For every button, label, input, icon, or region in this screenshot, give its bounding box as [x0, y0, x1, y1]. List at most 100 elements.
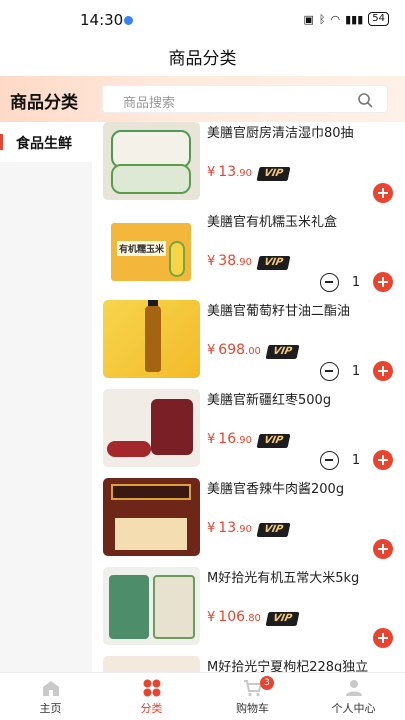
- vip-badge: VIP: [256, 167, 291, 181]
- search-input[interactable]: 商品搜索: [102, 85, 388, 113]
- product-item[interactable]: 有机糯玉米 美膳官有机糯玉米礼盒 ¥ 38 .90 VIP 1: [92, 211, 405, 300]
- product-item[interactable]: M好拾光宁夏枸杞228g独立: [92, 656, 405, 672]
- decrease-quantity-button[interactable]: [320, 272, 339, 292]
- price-integer: 13: [218, 164, 237, 180]
- quantity-stepper: 1: [320, 361, 393, 381]
- dates-shape: [107, 441, 151, 457]
- product-price: ¥ 13 .90 VIP: [207, 520, 291, 537]
- product-name[interactable]: 美膳官葡萄籽甘油二酯油: [207, 300, 402, 319]
- category-bar: 商品分类 商品搜索: [0, 76, 405, 122]
- price-integer: 698: [218, 342, 246, 358]
- status-icons: ▣ ᛒ ◠ ▮▮▮ 54: [303, 12, 389, 26]
- product-price: ¥ 38 .90 VIP: [207, 253, 291, 270]
- vip-badge: VIP: [256, 434, 291, 448]
- vip-badge: VIP: [265, 345, 300, 359]
- rice-sack-shape: [153, 575, 195, 639]
- page-title: 商品分类: [168, 49, 237, 69]
- product-price: ¥ 13 .90 VIP: [207, 164, 291, 181]
- tab-home[interactable]: 主页: [0, 673, 101, 720]
- currency-symbol: ¥: [207, 521, 216, 536]
- jar-shape: [151, 399, 193, 455]
- product-image[interactable]: [103, 478, 200, 556]
- tab-label: 主页: [39, 702, 62, 715]
- nfc-icon: ▣: [303, 12, 314, 26]
- quantity-stepper: 1: [320, 272, 393, 292]
- product-image[interactable]: [103, 567, 200, 645]
- product-item[interactable]: M好拾光有机五常大米5kg ¥ 106 .80 VIP: [92, 567, 405, 656]
- product-image[interactable]: [103, 122, 200, 200]
- quantity-value: 1: [351, 274, 361, 290]
- product-price: ¥ 106 .80 VIP: [207, 609, 300, 626]
- product-price: ¥ 16 .90 VIP: [207, 431, 291, 448]
- add-to-cart-button[interactable]: [373, 183, 393, 203]
- product-image[interactable]: [103, 389, 200, 467]
- product-name[interactable]: 美膳官有机糯玉米礼盒: [207, 211, 402, 230]
- product-price: ¥ 698 .00 VIP: [207, 342, 300, 359]
- tab-label: 购物车: [236, 702, 269, 715]
- price-decimal: .00: [245, 346, 261, 357]
- quantity-value: 1: [351, 363, 361, 379]
- currency-symbol: ¥: [207, 254, 216, 269]
- category-sidebar: 食品生鲜: [0, 122, 92, 672]
- product-image[interactable]: [103, 300, 200, 378]
- thumb-label: 有机糯玉米: [117, 241, 167, 256]
- product-name[interactable]: M好拾光有机五常大米5kg: [207, 567, 402, 586]
- add-to-cart-button[interactable]: [373, 628, 393, 648]
- sidebar-item-label: 食品生鲜: [16, 136, 72, 152]
- product-name[interactable]: 美膳官新疆红枣500g: [207, 389, 402, 408]
- price-decimal: .90: [236, 168, 253, 179]
- corn-shape: [169, 241, 185, 277]
- product-item[interactable]: 美膳官香辣牛肉酱200g ¥ 13 .90 VIP: [92, 478, 405, 567]
- status-bar: 14:30 ▣ ᛒ ◠ ▮▮▮ 54: [0, 0, 405, 40]
- price-integer: 13: [218, 520, 237, 536]
- bottom-tab-bar: 主页 分类 3 购物车 个人中心: [0, 672, 405, 720]
- product-item[interactable]: 美膳官厨房清洁湿巾80抽 ¥ 13 .90 VIP: [92, 122, 405, 211]
- increase-quantity-button[interactable]: [373, 361, 393, 381]
- notification-dot-icon: [124, 16, 133, 25]
- category-icon: [143, 679, 161, 697]
- product-image[interactable]: 有机糯玉米: [103, 211, 200, 289]
- tab-label: 个人中心: [331, 702, 376, 715]
- vip-badge: VIP: [256, 523, 291, 537]
- tab-category[interactable]: 分类: [101, 673, 202, 720]
- wipes-pack-shape: [111, 164, 191, 194]
- tab-label: 分类: [140, 702, 163, 715]
- decrease-quantity-button[interactable]: [320, 361, 339, 381]
- price-integer: 106: [218, 609, 246, 625]
- currency-symbol: ¥: [207, 343, 216, 358]
- increase-quantity-button[interactable]: [373, 272, 393, 292]
- rice-sack-shape: [109, 575, 149, 639]
- currency-symbol: ¥: [207, 610, 216, 625]
- product-list[interactable]: 美膳官厨房清洁湿巾80抽 ¥ 13 .90 VIP 有机糯玉米 美膳官有机糯玉米…: [92, 122, 405, 672]
- currency-symbol: ¥: [207, 432, 216, 447]
- battery-icon: 54: [368, 12, 389, 26]
- quantity-value: 1: [351, 452, 361, 468]
- add-to-cart-button[interactable]: [373, 539, 393, 559]
- vip-badge: VIP: [256, 256, 291, 270]
- product-item[interactable]: 美膳官新疆红枣500g ¥ 16 .90 VIP 1: [92, 389, 405, 478]
- product-name[interactable]: 美膳官厨房清洁湿巾80抽: [207, 122, 402, 141]
- increase-quantity-button[interactable]: [373, 450, 393, 470]
- tab-cart[interactable]: 3 购物车: [202, 673, 303, 720]
- wipes-pack-shape: [111, 130, 191, 168]
- shop-sign-shape: [111, 484, 191, 500]
- sidebar-item-food-fresh[interactable]: 食品生鲜: [0, 122, 92, 162]
- bluetooth-icon: ᛒ: [318, 12, 326, 26]
- product-image[interactable]: [103, 656, 200, 672]
- vip-badge: VIP: [265, 612, 300, 626]
- quantity-stepper: 1: [320, 450, 393, 470]
- price-integer: 38: [218, 253, 237, 269]
- product-name[interactable]: 美膳官香辣牛肉酱200g: [207, 478, 402, 497]
- product-item[interactable]: 美膳官葡萄籽甘油二酯油 ¥ 698 .00 VIP 1: [92, 300, 405, 389]
- product-name[interactable]: M好拾光宁夏枸杞228g独立: [207, 656, 402, 672]
- tab-profile[interactable]: 个人中心: [303, 673, 404, 720]
- selected-indicator: [0, 134, 3, 150]
- cart-count-badge: 3: [260, 676, 274, 690]
- user-icon: [346, 680, 362, 696]
- product-box-shape: [115, 518, 187, 550]
- search-icon[interactable]: [357, 92, 373, 108]
- price-integer: 16: [218, 431, 237, 447]
- status-time: 14:30: [80, 11, 124, 29]
- decrease-quantity-button[interactable]: [320, 450, 339, 470]
- signal-icon: ▮▮▮: [345, 12, 364, 26]
